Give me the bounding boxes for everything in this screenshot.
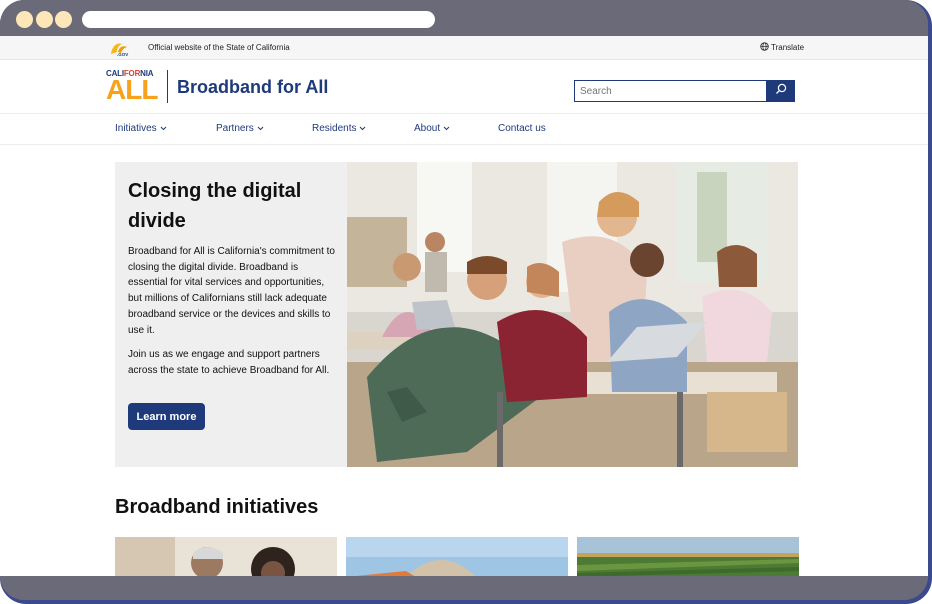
web-page: .GOV Official website of the State of Ca… xyxy=(0,36,928,576)
svg-text:.GOV: .GOV xyxy=(117,52,128,57)
all-logo[interactable]: ALL xyxy=(106,75,158,105)
chevron-down-icon xyxy=(257,123,264,134)
window-control-maximize[interactable] xyxy=(55,11,72,28)
browser-chrome xyxy=(0,0,928,36)
hero-paragraph: Broadband for All is California's commit… xyxy=(128,246,335,336)
window-control-close[interactable] xyxy=(16,11,33,28)
globe-icon xyxy=(760,42,769,53)
search-icon xyxy=(775,82,787,100)
hero-section: Closing the digital divide Broadband for… xyxy=(115,162,798,467)
utility-bar: .GOV Official website of the State of Ca… xyxy=(0,36,928,60)
site-header: CALIFORNIA ALL Broadband for All xyxy=(0,60,928,114)
translate-label: Translate xyxy=(771,43,805,52)
initiative-card-image[interactable] xyxy=(115,537,337,576)
hero-title: Closing the digital divide xyxy=(128,180,302,232)
ca-gov-logo[interactable]: .GOV xyxy=(108,40,134,57)
section-title-broadband-initiatives: Broadband initiatives xyxy=(115,496,319,518)
nav-item-contact-us[interactable]: Contact us xyxy=(498,123,546,134)
window-control-minimize[interactable] xyxy=(36,11,53,28)
main-navigation: Initiatives Partners Residents About Con… xyxy=(0,114,928,145)
hero-paragraph-join: Join us as we engage and support partner… xyxy=(128,349,330,376)
nav-item-partners[interactable]: Partners xyxy=(216,123,264,134)
chevron-down-icon xyxy=(160,123,167,134)
chevron-down-icon xyxy=(443,123,450,134)
learn-more-button[interactable]: Learn more xyxy=(128,403,205,430)
logo-divider xyxy=(167,70,168,103)
site-title[interactable]: Broadband for All xyxy=(177,77,328,98)
browser-window: .GOV Official website of the State of Ca… xyxy=(0,0,928,600)
chevron-down-icon xyxy=(359,123,366,134)
nav-item-initiatives[interactable]: Initiatives xyxy=(115,123,167,134)
browser-bottom-bar xyxy=(0,576,928,600)
search-button[interactable] xyxy=(766,80,795,102)
initiative-card-image[interactable] xyxy=(346,537,568,576)
address-bar[interactable] xyxy=(82,11,435,28)
translate-link[interactable]: Translate xyxy=(760,42,804,53)
official-website-text: Official website of the State of Califor… xyxy=(148,43,290,52)
search-input[interactable] xyxy=(574,80,766,102)
initiative-card-image[interactable] xyxy=(577,537,799,576)
nav-item-residents[interactable]: Residents xyxy=(312,123,366,134)
nav-item-about[interactable]: About xyxy=(414,123,450,134)
hero-classroom-image xyxy=(347,162,798,467)
